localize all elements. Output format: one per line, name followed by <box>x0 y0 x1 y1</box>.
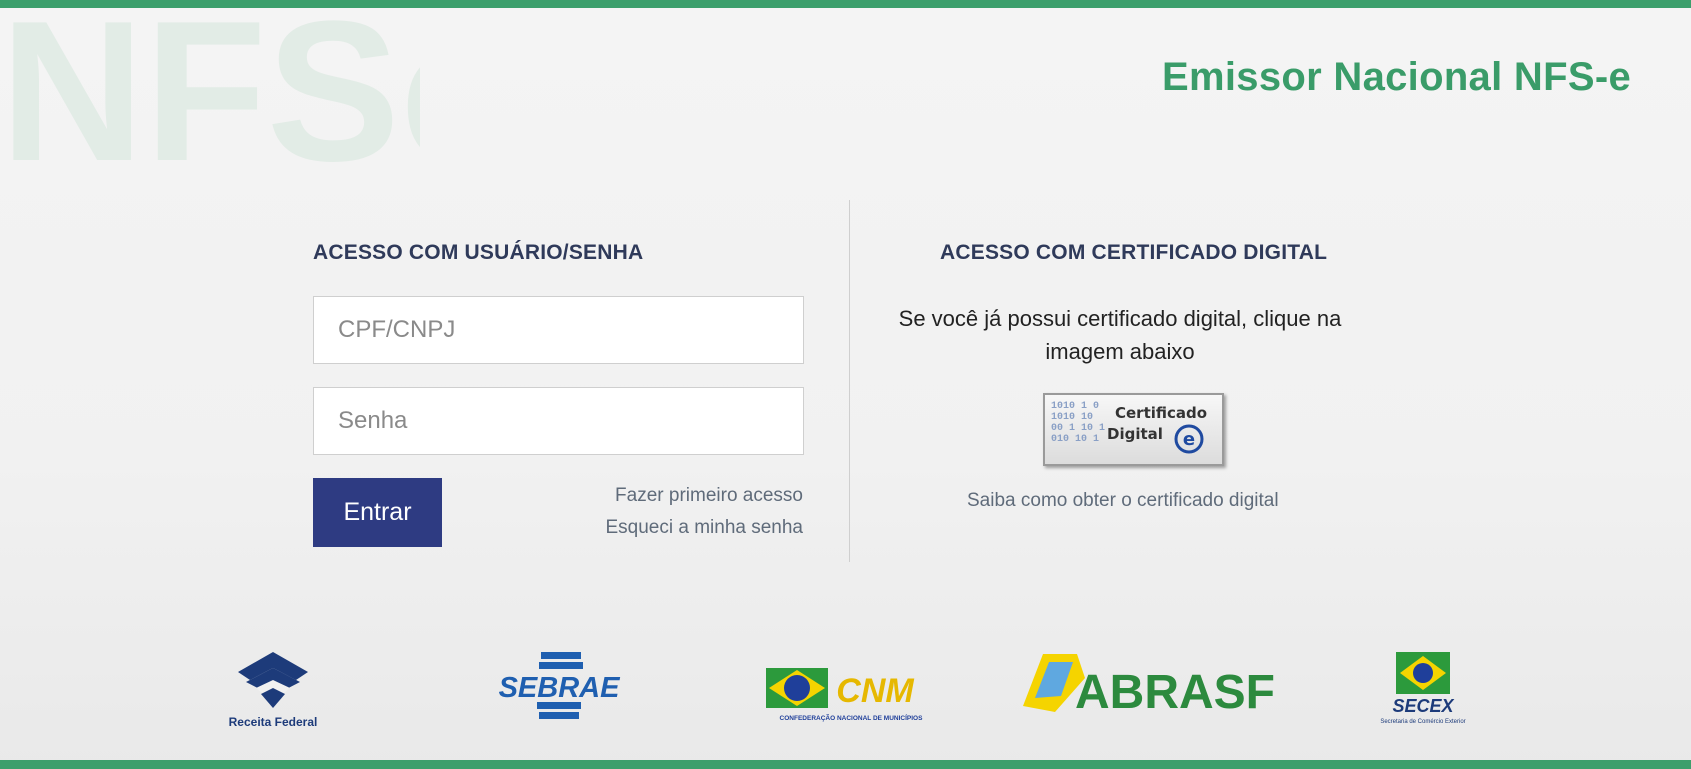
app-title: Emissor Nacional NFS-e <box>1162 55 1631 99</box>
secex-label: SECEX <box>1392 696 1454 716</box>
forgot-password-link[interactable]: Esqueci a minha senha <box>605 517 803 539</box>
login-section-title: ACESSO COM USUÁRIO/SENHA <box>313 241 644 264</box>
certificate-info-link[interactable]: Saiba como obter o certificado digital <box>967 490 1279 512</box>
login-button[interactable]: Entrar <box>313 478 442 547</box>
cpf-cnpj-input[interactable] <box>313 296 804 364</box>
svg-text:e: e <box>1183 429 1195 450</box>
certificate-button-line2: Digital <box>1107 425 1163 443</box>
bottom-accent-bar <box>0 760 1691 769</box>
abrasf-logo: ABRASF <box>1023 654 1275 719</box>
e-logo-icon: e <box>1174 424 1204 454</box>
cnm-caption: CONFEDERAÇÃO NACIONAL DE MUNICÍPIOS <box>780 713 924 722</box>
sebrae-logo: SEBRAE <box>499 652 622 719</box>
section-divider <box>849 200 850 562</box>
certificate-button-line1: Certificado <box>1115 404 1208 422</box>
password-input[interactable] <box>313 387 804 455</box>
digital-certificate-button[interactable]: 1010 1 0 1010 10 00 1 10 1 010 10 1 Certifi… <box>1043 393 1224 466</box>
receita-federal-logo: Receita Federal <box>229 652 318 729</box>
cnm-label: CNM <box>836 672 914 710</box>
certificate-instruction: Se você já possui certificado digital, c… <box>898 306 1342 364</box>
certificate-section-title: ACESSO COM CERTIFICADO DIGITAL <box>940 241 1328 264</box>
nfse-watermark-logo: NFSe <box>0 0 420 175</box>
cnm-logo: CNM CONFEDERAÇÃO NACIONAL DE MUNICÍPIOS <box>766 668 924 722</box>
sebrae-label: SEBRAE <box>499 672 622 704</box>
abrasf-label: ABRASF <box>1075 666 1275 719</box>
secex-caption: Secretaria de Comércio Exterior <box>1380 719 1465 725</box>
nfse-watermark-text: NFSe <box>0 0 420 175</box>
secex-logo: SECEX Secretaria de Comércio Exterior <box>1380 652 1466 725</box>
receita-federal-label: Receita Federal <box>229 715 318 729</box>
first-access-link[interactable]: Fazer primeiro acesso <box>615 485 803 507</box>
